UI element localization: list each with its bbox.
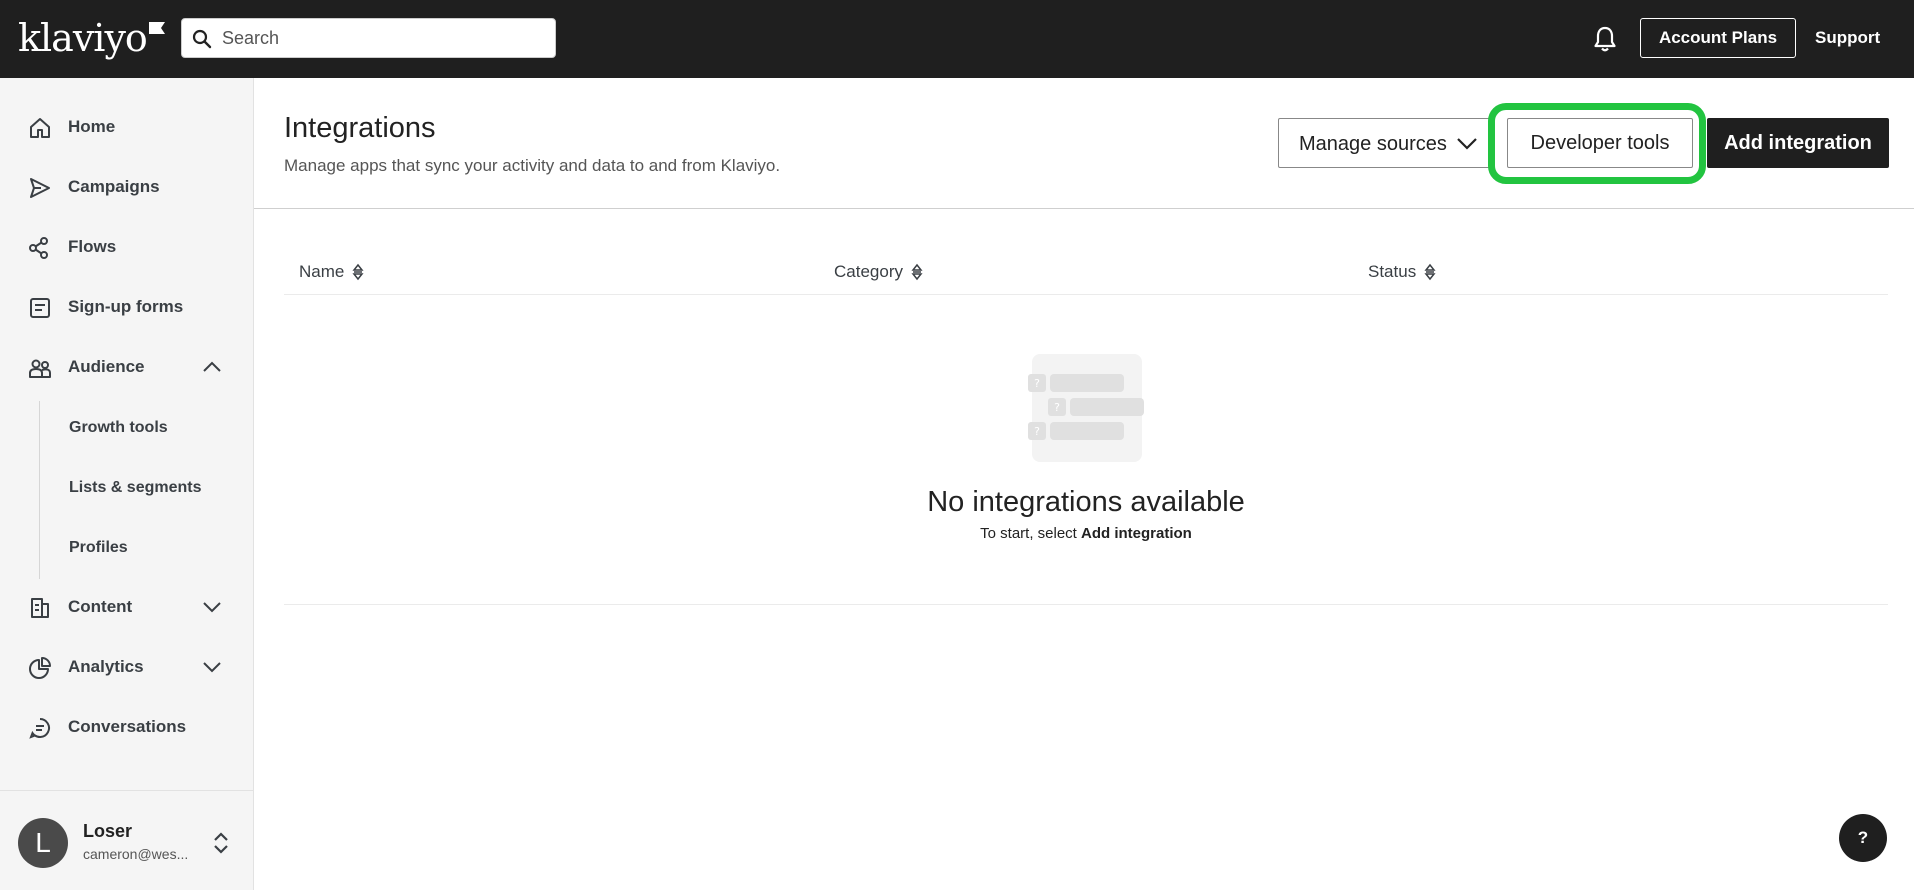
search-box[interactable] <box>181 18 556 58</box>
help-button[interactable]: ? <box>1839 814 1887 862</box>
svg-text:?: ? <box>1034 377 1040 390</box>
sidebar-item-label: Analytics <box>68 657 144 676</box>
empty-state-prefix: To start, select <box>980 525 1082 542</box>
sidebar-item-label: Content <box>68 597 133 616</box>
sort-icon <box>1424 263 1436 281</box>
table-header-divider <box>284 294 1888 295</box>
sidebar-item-label: Audience <box>68 357 145 376</box>
empty-state-message: To start, select Add integration <box>0 525 1914 542</box>
page-subtitle: Manage apps that sync your activity and … <box>284 156 781 175</box>
chevron-up-icon <box>203 361 221 372</box>
chevron-up-down-icon[interactable] <box>210 829 232 857</box>
sidebar-item-label: Flows <box>68 237 117 256</box>
sidebar-item-label: Campaigns <box>68 177 160 196</box>
user-email: cameron@wes... <box>83 846 189 862</box>
klaviyo-logo[interactable]: klaviyo <box>18 16 165 60</box>
empty-state-title: No integrations available <box>927 486 1245 518</box>
chat-icon <box>29 718 50 739</box>
svg-text:?: ? <box>1034 425 1040 438</box>
empty-state-action: Add integration <box>1081 525 1192 542</box>
column-header-name[interactable]: Name <box>299 262 364 282</box>
send-icon <box>30 178 50 198</box>
sidebar-item-label: Home <box>68 117 116 136</box>
chevron-down-icon <box>1457 138 1477 150</box>
sidebar-item-home[interactable]: Home <box>0 105 253 149</box>
chevron-down-icon <box>203 662 221 673</box>
content-icon <box>31 598 49 618</box>
home-icon <box>30 118 50 138</box>
header-divider <box>254 208 1914 209</box>
logo-flag-icon <box>148 22 165 34</box>
sidebar-item-audience[interactable]: Audience <box>0 345 253 389</box>
search-input[interactable] <box>222 19 542 57</box>
pie-chart-icon <box>29 657 51 679</box>
top-bar: klaviyo Account Plans Support <box>0 0 1914 78</box>
manage-sources-button[interactable]: Manage sources <box>1278 118 1492 168</box>
sort-icon <box>352 263 364 281</box>
account-plans-button[interactable]: Account Plans <box>1640 18 1796 58</box>
flows-icon <box>29 237 48 259</box>
search-icon <box>192 29 212 49</box>
sidebar-item-flows[interactable]: Flows <box>0 225 253 269</box>
table-bottom-divider <box>284 604 1888 605</box>
sidebar-item-label: Conversations <box>68 717 187 736</box>
sidebar-item-conversations[interactable]: Conversations <box>0 705 253 749</box>
page-title: Integrations <box>284 112 436 144</box>
sort-icon <box>911 263 923 281</box>
column-header-status[interactable]: Status <box>1368 262 1436 282</box>
bell-icon[interactable] <box>1592 25 1618 53</box>
support-link[interactable]: Support <box>1815 18 1880 58</box>
svg-text:?: ? <box>1054 401 1060 414</box>
sidebar-item-label: Sign-up forms <box>68 297 184 316</box>
user-name: Loser <box>83 821 133 841</box>
form-icon <box>30 298 50 318</box>
sidebar-item-analytics[interactable]: Analytics <box>0 645 253 689</box>
people-icon <box>29 359 51 378</box>
developer-tools-button[interactable]: Developer tools <box>1507 118 1693 168</box>
sidebar-subitem-growth-tools[interactable]: Growth tools <box>69 419 168 437</box>
sidebar: Home Campaigns Flows Sign-up forms Audie… <box>0 78 254 890</box>
avatar: L <box>18 818 68 868</box>
empty-list-illustration-icon: ? ? ? <box>1028 354 1144 462</box>
add-integration-button[interactable]: Add integration <box>1707 118 1889 168</box>
column-header-label: Category <box>834 262 903 281</box>
manage-sources-label: Manage sources <box>1299 133 1447 155</box>
sidebar-item-content[interactable]: Content <box>0 585 253 629</box>
user-account-switcher[interactable]: L Loser cameron@wes... <box>0 790 253 890</box>
sidebar-item-signup-forms[interactable]: Sign-up forms <box>0 285 253 329</box>
column-header-label: Status <box>1368 262 1417 281</box>
column-header-category[interactable]: Category <box>834 262 923 282</box>
sidebar-item-campaigns[interactable]: Campaigns <box>0 165 253 209</box>
chevron-down-icon <box>203 602 221 613</box>
column-header-label: Name <box>299 262 345 281</box>
